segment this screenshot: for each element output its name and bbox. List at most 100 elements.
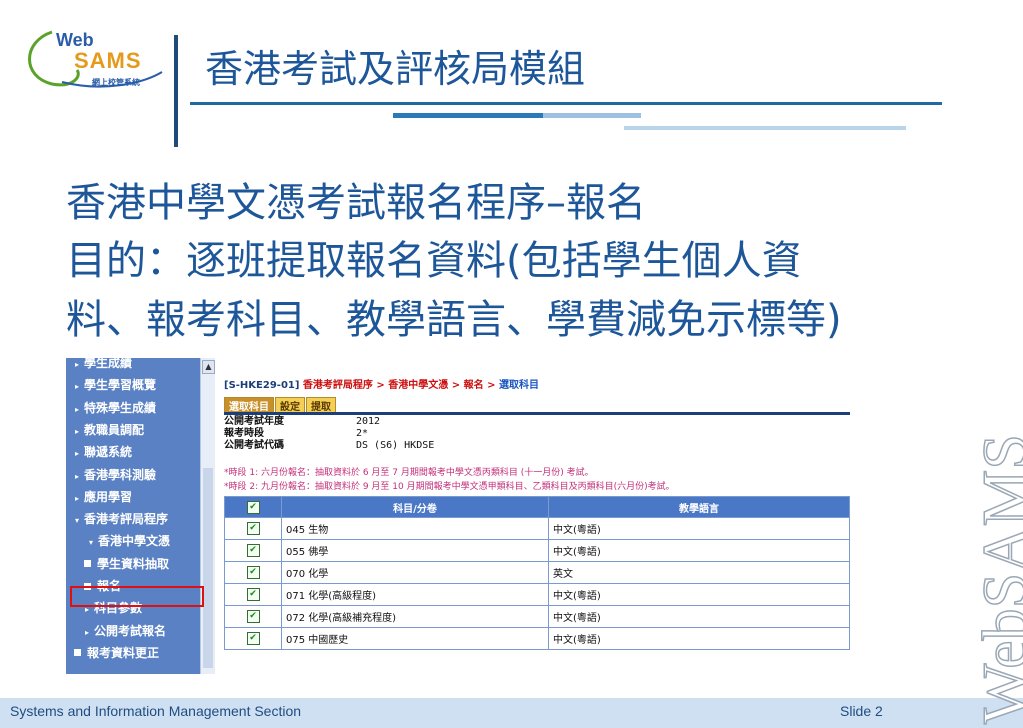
info-value: 2012	[356, 416, 381, 427]
slide-title: 香港考試及評核局模組	[205, 47, 586, 91]
sidebar-item[interactable]: ▾ 香港考評局程序	[66, 510, 204, 532]
info-row-code: 公開考試代碼 DS (S6) HKDSE	[224, 440, 434, 452]
row-checkbox[interactable]: ✔	[246, 588, 260, 601]
main-content: [S-HKE29-01] 香港考評局程序 > 香港中學文憑 > 報名 > 選取科…	[218, 358, 858, 674]
header-accent-bar-faint	[624, 126, 906, 130]
table-header-row: ✔ 科目/分卷 教學語言	[224, 496, 850, 518]
chevron-right-icon: ▸	[74, 404, 79, 414]
subject-cell: 072 化學(高級補充程度)	[281, 605, 549, 628]
row-checkbox[interactable]: ✔	[246, 632, 260, 645]
info-label: 公開考試年度	[224, 416, 284, 427]
heading-line-1: 香港中學文憑考試報名程序–報名	[66, 180, 646, 226]
footer-section-name: Systems and Information Management Secti…	[10, 703, 302, 719]
row-checkbox[interactable]: ✔	[246, 544, 260, 557]
chevron-right-icon: ▸	[74, 360, 79, 369]
chevron-right-icon: ▸	[74, 426, 79, 436]
header-accent-bar-light	[543, 113, 641, 118]
sidebar-item-label: 學生學習概覽	[84, 378, 157, 393]
breadcrumb-current: 選取科目	[498, 380, 539, 391]
row-select-cell: ✔	[224, 561, 282, 584]
row-select-cell: ✔	[224, 627, 282, 650]
subject-cell: 070 化學	[281, 561, 549, 584]
language-cell: 中文(粵語)	[548, 605, 850, 628]
sidebar-item[interactable]: ▸ 特殊學生成績	[66, 399, 204, 421]
chevron-down-icon: ▾	[88, 538, 93, 548]
sidebar-item[interactable]: ▸ 教職員調配	[66, 421, 204, 443]
info-value: DS (S6) HKDSE	[356, 440, 435, 451]
language-cell: 中文(粵語)	[548, 517, 850, 540]
table-row[interactable]: ✔ 055 佛學 中文(粵語)	[224, 539, 850, 562]
info-row-period: 報考時段 2*	[224, 428, 434, 440]
sidebar-item[interactable]: ▸ 公開考試報名	[66, 622, 214, 644]
header-accent-bar	[393, 113, 543, 118]
row-select-cell: ✔	[224, 539, 282, 562]
bullet-icon	[84, 560, 91, 568]
websams-logo: Web SAMS 網上校管系統	[22, 22, 172, 102]
highlight-box	[70, 586, 204, 607]
row-select-cell: ✔	[224, 517, 282, 540]
breadcrumb: [S-HKE29-01] 香港考評局程序 > 香港中學文憑 > 報名 > 選取科…	[224, 376, 539, 391]
header-divider-vertical	[174, 35, 178, 147]
slide-number: Slide 2	[840, 703, 883, 719]
language-cell: 中文(粵語)	[548, 627, 850, 650]
header-rule	[190, 102, 942, 105]
logo-sams-text: SAMS	[74, 48, 142, 73]
sidebar-item[interactable]: ▸ 應用學習	[66, 488, 204, 510]
table-row[interactable]: ✔ 045 生物 中文(粵語)	[224, 517, 850, 540]
exam-info: 公開考試年度 2012 報考時段 2* 公開考試代碼 DS (S6) HKDSE	[224, 416, 434, 452]
table-row[interactable]: ✔ 072 化學(高級補充程度) 中文(粵語)	[224, 605, 850, 628]
column-header-language: 教學語言	[548, 496, 850, 518]
sidebar-item[interactable]: ▸ 聯遞系統	[66, 443, 204, 465]
info-row-year: 公開考試年度 2012	[224, 416, 434, 428]
sidebar-item-label: 應用學習	[84, 489, 133, 504]
websams-watermark: WebSAMS	[932, 433, 1023, 725]
period-note-2: *時段 2: 九月份報名：抽取資料於 9 月至 10 月期間報考中學文憑甲類科目…	[224, 482, 675, 492]
row-checkbox[interactable]: ✔	[246, 566, 260, 579]
footer-bar: Systems and Information Management Secti…	[0, 698, 1023, 728]
breadcrumb-path[interactable]: 香港考評局程序 > 香港中學文憑 > 報名 >	[303, 380, 496, 391]
sidebar-item[interactable]: 學生資料抽取	[66, 555, 214, 577]
language-cell: 英文	[548, 561, 850, 584]
subject-cell: 075 中國歷史	[281, 627, 549, 650]
sidebar-item-label: 香港中學文憑	[98, 534, 171, 549]
sidebar-item[interactable]: 報考資料更正	[66, 644, 204, 666]
info-value: 2*	[356, 428, 369, 439]
sidebar-item[interactable]: ▸ 學生學習概覽	[66, 376, 204, 398]
table-row[interactable]: ✔ 075 中國歷史 中文(粵語)	[224, 627, 850, 650]
row-checkbox[interactable]: ✔	[246, 522, 260, 535]
sidebar-item-label: 報考資料更正	[87, 645, 160, 660]
tab-underline	[224, 412, 850, 415]
sidebar-scrollbar[interactable]: ▲	[200, 358, 215, 674]
chevron-right-icon: ▸	[74, 449, 79, 459]
sidebar-menu: ▸ 學生成績 ▸ 學生學習概覽 ▸ 特殊學生成績 ▸ 教職員調配 ▸ 聯遞系統 ▸ 香港學科測驗 ▸ 應用…	[66, 358, 206, 674]
column-header-subject: 科目/分卷	[281, 496, 549, 518]
sidebar-item-label: 特殊學生成績	[84, 400, 157, 415]
subject-cell: 071 化學(高級程度)	[281, 583, 549, 606]
sidebar-item-label: 學生成績	[84, 358, 133, 370]
sidebar-item-label: 香港學科測驗	[84, 467, 157, 482]
sidebar-item[interactable]: ▸ 學生成績	[66, 358, 204, 376]
subject-cell: 045 生物	[281, 517, 549, 540]
watermark-text: WebSAMS	[968, 433, 1023, 725]
subject-table: ✔ 科目/分卷 教學語言 ✔ 045 生物 中文(粵語) ✔ 055 佛學 中文(粵語) ✔…	[224, 496, 850, 650]
info-label: 公開考試代碼	[224, 440, 284, 451]
row-checkbox[interactable]: ✔	[246, 610, 260, 623]
period-note-1: *時段 1: 六月份報名：抽取資料於 6 月至 7 月期間報考中學文憑丙類科目 …	[224, 468, 594, 478]
tab-bar: 選取科目 設定 提取	[224, 395, 337, 414]
chevron-down-icon: ▾	[74, 516, 79, 526]
sidebar-item[interactable]: ▾ 香港中學文憑	[66, 532, 218, 554]
scroll-up-icon[interactable]: ▲	[202, 360, 215, 374]
sidebar-item-label: 聯遞系統	[84, 445, 133, 460]
table-row[interactable]: ✔ 071 化學(高級程度) 中文(粵語)	[224, 583, 850, 606]
scroll-thumb[interactable]	[203, 468, 213, 668]
sidebar-item[interactable]: ▸ 香港學科測驗	[66, 466, 204, 488]
row-select-cell: ✔	[224, 605, 282, 628]
sidebar-item-label: 教職員調配	[84, 422, 145, 437]
chevron-right-icon: ▸	[74, 382, 79, 392]
select-all-checkbox[interactable]: ✔	[246, 500, 260, 514]
sidebar-item-label: 香港考評局程序	[84, 512, 169, 527]
table-row[interactable]: ✔ 070 化學 英文	[224, 561, 850, 584]
heading-line-2: 目的：逐班提取報名資料(包括學生個人資	[66, 238, 802, 284]
select-all-header[interactable]: ✔	[224, 496, 282, 518]
app-screenshot: ▸ 學生成績 ▸ 學生學習概覽 ▸ 特殊學生成績 ▸ 教職員調配 ▸ 聯遞系統 ▸ 香港學科測驗 ▸ 應用…	[66, 358, 858, 674]
